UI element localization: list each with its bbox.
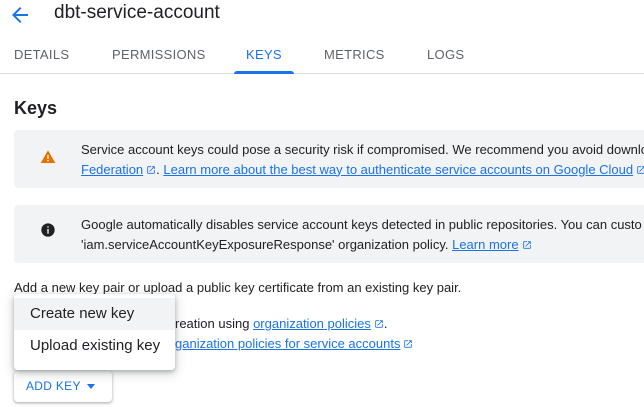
warning-icon [40, 150, 56, 163]
info-banner: Google automatically disables service ac… [14, 205, 644, 263]
external-link-icon [375, 320, 383, 328]
external-link-icon [522, 240, 531, 249]
add-key-label: ADD KEY [26, 379, 81, 393]
info-line2: 'iam.serviceAccountKeyExposureResponse' … [81, 236, 449, 252]
intro-text: Add a new key pair or upload a public ke… [14, 280, 462, 295]
warning-banner: Service account keys could pose a securi… [14, 130, 644, 188]
warning-line1: Service account keys could pose a securi… [81, 142, 644, 157]
arrow-back-icon[interactable] [8, 3, 32, 27]
policy-line-2: ganization policies for service accounts [175, 336, 413, 351]
page-title: dbt-service-account [54, 2, 220, 23]
best-way-authenticate-link[interactable]: Learn more about the best way to authent… [163, 162, 633, 177]
warning-text: Service account keys could pose a securi… [81, 140, 644, 179]
info-icon [41, 223, 55, 237]
top-bar: dbt-service-account [0, 0, 644, 36]
add-key-button[interactable]: ADD KEY [14, 371, 112, 402]
tab-keys[interactable]: KEYS [234, 36, 294, 74]
menu-item-upload-existing-key[interactable]: Upload existing key [14, 330, 175, 362]
tab-logs[interactable]: LOGS [427, 36, 464, 73]
add-key-menu: Create new key Upload existing key [14, 294, 175, 370]
caret-down-icon [87, 384, 95, 389]
menu-item-create-new-key[interactable]: Create new key [14, 298, 175, 330]
external-link-icon [404, 340, 413, 348]
tab-metrics[interactable]: METRICS [324, 36, 385, 73]
info-line1: Google automatically disables service ac… [81, 217, 642, 232]
external-link-icon [637, 165, 644, 174]
tab-bar: DETAILS PERMISSIONS KEYS METRICS LOGS [0, 36, 644, 74]
policy-line-1: reation using organization policies. [175, 316, 388, 331]
tab-permissions[interactable]: PERMISSIONS [112, 36, 206, 73]
org-policies-service-accounts-link[interactable]: ganization policies for service accounts [175, 336, 400, 351]
info-text: Google automatically disables service ac… [81, 215, 642, 254]
policy-line1-text: reation using [175, 316, 250, 331]
tab-details[interactable]: DETAILS [14, 36, 69, 73]
section-heading: Keys [14, 98, 58, 118]
organization-policies-link[interactable]: organization policies [253, 316, 371, 331]
learn-more-link[interactable]: Learn more [452, 237, 518, 252]
external-link-icon [147, 165, 155, 174]
federation-link[interactable]: Federation [81, 162, 143, 177]
